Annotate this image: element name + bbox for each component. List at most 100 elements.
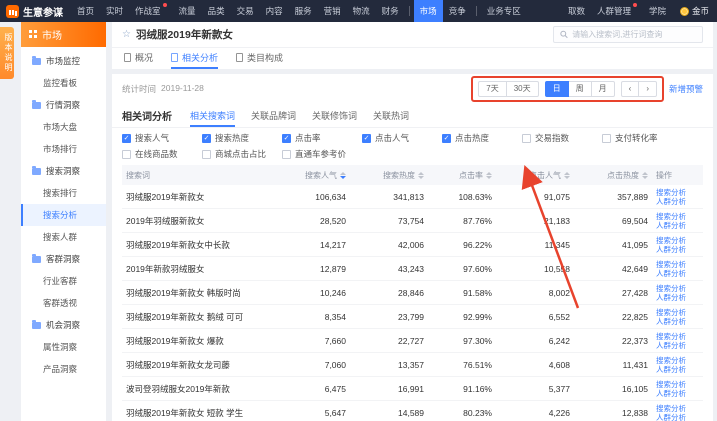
metric-1[interactable]: 搜索热度 — [202, 132, 282, 144]
crowd-analysis-link[interactable]: 人群分析 — [656, 389, 699, 398]
sidebar-item-12[interactable]: 机会洞察 — [21, 314, 106, 336]
sidebar-item-0[interactable]: 市场监控 — [21, 50, 106, 72]
column-header-4[interactable]: 点击人气 — [496, 170, 574, 181]
sidebar-item-1[interactable]: 监控看板 — [21, 72, 106, 94]
crowd-analysis-link[interactable]: 人群分析 — [656, 317, 699, 326]
nav-item-13[interactable]: 业务专区 — [481, 0, 527, 22]
checkbox-icon[interactable] — [602, 134, 611, 143]
nav-item-5[interactable]: 交易 — [231, 0, 260, 22]
crowd-analysis-link[interactable]: 人群分析 — [656, 245, 699, 254]
sidebar-item-11[interactable]: 客群透视 — [21, 292, 106, 314]
keyword-search-box[interactable] — [553, 26, 703, 43]
app-logo[interactable]: 生意参谋 — [6, 0, 71, 22]
sidebar-item-5[interactable]: 搜索洞察 — [21, 160, 106, 182]
nav-item-11[interactable]: 市场 — [414, 0, 443, 22]
tab-0[interactable]: 概况 — [124, 51, 153, 69]
sidebar-item-9[interactable]: 客群洞察 — [21, 248, 106, 270]
search-analysis-link[interactable]: 搜索分析 — [656, 260, 699, 269]
nav-item-4[interactable]: 品类 — [202, 0, 231, 22]
crowd-analysis-link[interactable]: 人群分析 — [656, 221, 699, 230]
coin-indicator[interactable]: 金币 — [680, 0, 709, 22]
date-unit-2[interactable]: 月 — [592, 81, 615, 97]
nav-item-2[interactable]: 作战室 — [129, 0, 173, 22]
crowd-analysis-link[interactable]: 人群分析 — [656, 293, 699, 302]
metric-extra-0[interactable]: 在线商品数 — [122, 148, 202, 160]
checkbox-icon[interactable] — [202, 150, 211, 159]
date-unit-1[interactable]: 周 — [569, 81, 592, 97]
sidebar-item-8[interactable]: 搜索人群 — [21, 226, 106, 248]
date-quick-0[interactable]: 7天 — [478, 81, 506, 97]
word-tab-2[interactable]: 关联修饰词 — [312, 104, 357, 127]
date-unit-0[interactable]: 日 — [545, 81, 569, 97]
tab-2[interactable]: 类目构成 — [236, 51, 283, 69]
search-analysis-link[interactable]: 搜索分析 — [656, 308, 699, 317]
search-analysis-link[interactable]: 搜索分析 — [656, 188, 699, 197]
search-analysis-link[interactable]: 搜索分析 — [656, 212, 699, 221]
sidebar-item-3[interactable]: 市场大盘 — [21, 116, 106, 138]
nav-item-10[interactable]: 财务 — [376, 0, 405, 22]
sidebar-item-6[interactable]: 搜索排行 — [21, 182, 106, 204]
sidebar-item-7[interactable]: 搜索分析 — [21, 204, 106, 226]
checkbox-icon[interactable] — [362, 134, 371, 143]
checkbox-icon[interactable] — [202, 134, 211, 143]
word-tab-1[interactable]: 关联品牌词 — [251, 104, 296, 127]
date-quick-1[interactable]: 30天 — [507, 81, 539, 97]
column-header-2[interactable]: 搜索热度 — [350, 170, 428, 181]
nav-item-3[interactable]: 流量 — [173, 0, 202, 22]
sidebar-item-label: 监控看板 — [43, 77, 77, 89]
search-analysis-link[interactable]: 搜索分析 — [656, 332, 699, 341]
checkbox-icon[interactable] — [122, 150, 131, 159]
metric-5[interactable]: 交易指数 — [522, 132, 602, 144]
sidebar-item-10[interactable]: 行业客群 — [21, 270, 106, 292]
new-alert-link[interactable]: 新增预警 — [669, 83, 703, 95]
next-period-button[interactable]: › — [639, 81, 657, 97]
search-analysis-link[interactable]: 搜索分析 — [656, 404, 699, 413]
search-analysis-link[interactable]: 搜索分析 — [656, 236, 699, 245]
star-icon[interactable] — [122, 29, 131, 40]
sidebar-item-14[interactable]: 产品洞察 — [21, 358, 106, 380]
search-analysis-link[interactable]: 搜索分析 — [656, 284, 699, 293]
checkbox-icon[interactable] — [122, 134, 131, 143]
metric-4[interactable]: 点击热度 — [442, 132, 522, 144]
checkbox-icon[interactable] — [282, 150, 291, 159]
nav-item-6[interactable]: 内容 — [260, 0, 289, 22]
crowd-analysis-link[interactable]: 人群分析 — [656, 365, 699, 374]
column-header-5[interactable]: 点击热度 — [574, 170, 652, 181]
nav-right-item-0[interactable]: 取数 — [562, 0, 591, 22]
date-quick-buttons: 7天30天 — [478, 81, 538, 97]
column-header-3[interactable]: 点击率 — [428, 170, 496, 181]
nav-item-0[interactable]: 首页 — [71, 0, 100, 22]
word-tab-3[interactable]: 关联热词 — [373, 104, 409, 127]
nav-item-9[interactable]: 物流 — [347, 0, 376, 22]
prev-period-button[interactable]: ‹ — [621, 81, 640, 97]
sidebar-item-2[interactable]: 行情洞察 — [21, 94, 106, 116]
checkbox-icon[interactable] — [442, 134, 451, 143]
version-notes-tab[interactable]: 版本说明 — [0, 27, 14, 79]
metric-3[interactable]: 点击人气 — [362, 132, 442, 144]
metric-extra-1[interactable]: 商城点击占比 — [202, 148, 282, 160]
search-analysis-link[interactable]: 搜索分析 — [656, 356, 699, 365]
search-analysis-link[interactable]: 搜索分析 — [656, 380, 699, 389]
column-header-1[interactable]: 搜索人气 — [268, 170, 350, 181]
crowd-analysis-link[interactable]: 人群分析 — [656, 341, 699, 350]
metric-6[interactable]: 支付转化率 — [602, 132, 682, 144]
checkbox-icon[interactable] — [282, 134, 291, 143]
nav-item-1[interactable]: 实时 — [100, 0, 129, 22]
nav-item-8[interactable]: 营销 — [318, 0, 347, 22]
checkbox-icon[interactable] — [522, 134, 531, 143]
sidebar-item-4[interactable]: 市场排行 — [21, 138, 106, 160]
metric-0[interactable]: 搜索人气 — [122, 132, 202, 144]
metric-extra-2[interactable]: 直通车参考价 — [282, 148, 362, 160]
crowd-analysis-link[interactable]: 人群分析 — [656, 269, 699, 278]
crowd-analysis-link[interactable]: 人群分析 — [656, 413, 699, 421]
nav-item-7[interactable]: 服务 — [289, 0, 318, 22]
tab-1[interactable]: 相关分析 — [171, 51, 218, 69]
sidebar-item-13[interactable]: 属性洞察 — [21, 336, 106, 358]
word-tab-0[interactable]: 相关搜索词 — [190, 104, 235, 127]
nav-item-12[interactable]: 竞争 — [443, 0, 472, 22]
crowd-analysis-link[interactable]: 人群分析 — [656, 197, 699, 206]
search-input[interactable] — [572, 30, 696, 39]
metric-2[interactable]: 点击率 — [282, 132, 362, 144]
nav-right-item-2[interactable]: 学院 — [643, 0, 672, 22]
nav-right-item-1[interactable]: 人群管理 — [591, 0, 643, 22]
